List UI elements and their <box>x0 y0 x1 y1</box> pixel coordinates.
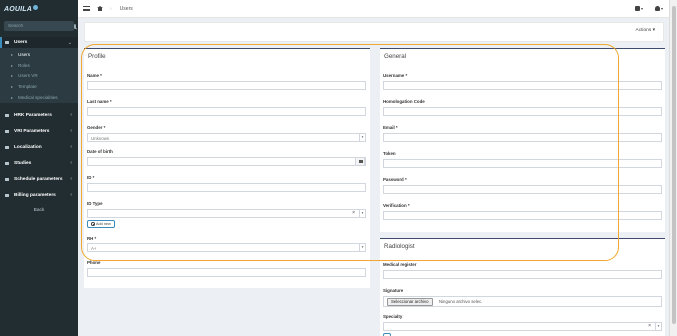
chevron-left-icon: ‹ <box>70 176 72 183</box>
breadcrumb[interactable]: Users <box>120 6 133 12</box>
clear-icon[interactable]: × <box>648 323 651 330</box>
logo-mark-icon <box>33 4 39 10</box>
caret-right-icon: ▸ <box>11 94 14 100</box>
sidebar-item-users[interactable]: Users ⌄ <box>0 37 78 48</box>
chevron-left-icon: ‹ <box>70 192 72 199</box>
folder-icon <box>5 145 9 149</box>
sidebar-item-label: HRK Parameters <box>14 112 52 118</box>
chevron-left-icon: ‹ <box>70 160 72 167</box>
folder-icon <box>5 161 9 165</box>
caret-right-icon: ▸ <box>11 62 14 68</box>
submenu-item-label: Medical specialities <box>18 94 58 100</box>
choose-file-button[interactable]: Seleccionar archivo <box>387 297 433 306</box>
caret-right-icon: ▸ <box>11 51 14 57</box>
folder-icon <box>5 177 9 181</box>
sidebar-item-hrk-parameters[interactable]: HRK Parameters ‹ <box>0 107 78 123</box>
sidebar-item-label: Localization <box>14 144 42 150</box>
signature-label: Signature <box>383 288 404 293</box>
specialty-select[interactable]: × ▾ <box>383 322 662 331</box>
sidebar: AOUILA Users ⌄ ▸ Users ▸ Roles ▸ Users VR ▸… <box>0 0 78 336</box>
home-icon[interactable] <box>97 5 103 11</box>
sidebar-item-label: Users <box>14 40 28 45</box>
scrollbar-thumb[interactable] <box>672 6 676 324</box>
chevron-left-icon: ‹ <box>70 144 72 151</box>
sidebar-item-label: Schedule parameters <box>14 176 63 182</box>
chevron-left-icon: ‹ <box>70 112 72 119</box>
sidebar-item-label: Billing parameters <box>14 192 56 198</box>
caret-right-icon: ▸ <box>11 83 14 89</box>
hamburger-menu-icon[interactable] <box>83 6 90 11</box>
highlight-outline <box>81 44 619 261</box>
breadcrumb-separator: › <box>110 5 112 12</box>
submenu-item-label: Roles <box>18 62 30 68</box>
sidebar-item-label: Studies <box>14 160 32 166</box>
tools-dropdown[interactable]: ▾ <box>634 6 643 11</box>
medical-register-label: Medical register <box>383 262 417 267</box>
submenu-item-users[interactable]: ▸ Users <box>0 49 78 60</box>
folder-icon <box>5 129 9 133</box>
chevron-down-icon: ▾ <box>655 323 661 330</box>
search-input[interactable] <box>8 23 74 29</box>
submenu-item-label: Users <box>18 51 31 57</box>
user-dropdown[interactable]: ▾ <box>654 6 663 11</box>
sidebar-item-billing-parameters[interactable]: Billing parameters ‹ <box>0 187 78 203</box>
submenu-item-users-vr[interactable]: ▸ Users VR <box>0 70 78 81</box>
folder-icon <box>5 41 9 44</box>
page-scrollbar[interactable] <box>669 0 677 336</box>
specialty-label: Specialty <box>383 314 403 319</box>
folder-icon <box>5 193 9 197</box>
signature-file-input: Seleccionar archivo Ninguno archivo sele… <box>383 296 662 307</box>
actions-box: Actions ▾ <box>84 22 664 42</box>
chevron-left-icon: ‹ <box>70 128 72 135</box>
file-status: Ninguno archivo selec. <box>439 298 483 304</box>
sidebar-item-label: VRI Parameters <box>14 128 50 134</box>
folder-icon <box>5 113 9 117</box>
top-navbar: › Users ▾ ▾ <box>78 0 677 18</box>
sidebar-item-studies[interactable]: Studies ‹ <box>0 155 78 171</box>
actions-label: Actions <box>635 28 652 33</box>
submenu-item-label: Template <box>18 83 37 89</box>
caret-down-icon: ▾ <box>652 28 655 33</box>
submenu-item-label: Users VR <box>18 73 38 79</box>
submenu-item-template[interactable]: ▸ Template <box>0 81 78 92</box>
app-logo[interactable]: AOUILA <box>0 0 78 18</box>
sidebar-item-schedule-parameters[interactable]: Schedule parameters ‹ <box>0 171 78 187</box>
submenu-item-roles[interactable]: ▸ Roles <box>0 60 78 71</box>
sidebar-item-localization[interactable]: Localization ‹ <box>0 139 78 155</box>
back-link[interactable]: Back <box>0 208 78 213</box>
caret-right-icon: ▸ <box>11 73 14 79</box>
users-submenu: ▸ Users ▸ Roles ▸ Users VR ▸ Template ▸ Medic… <box>0 48 78 104</box>
logo-text: AOUILA <box>4 5 33 13</box>
submenu-item-medical-specialities[interactable]: ▸ Medical specialities <box>0 92 78 103</box>
caret-down-icon: ▾ <box>640 6 643 11</box>
navbar-right: ▾ ▾ <box>634 6 663 11</box>
chevron-down-icon: ⌄ <box>67 39 72 46</box>
caret-down-icon: ▾ <box>660 6 663 11</box>
toolbox-icon <box>634 6 640 11</box>
medical-register-field[interactable] <box>383 270 662 279</box>
sidebar-search <box>4 21 76 31</box>
search-icon[interactable] <box>74 23 76 29</box>
user-icon <box>654 6 660 11</box>
phone-field[interactable] <box>87 268 366 277</box>
sidebar-item-vri-parameters[interactable]: VRI Parameters ‹ <box>0 123 78 139</box>
actions-dropdown-button[interactable]: Actions ▾ <box>636 28 656 33</box>
